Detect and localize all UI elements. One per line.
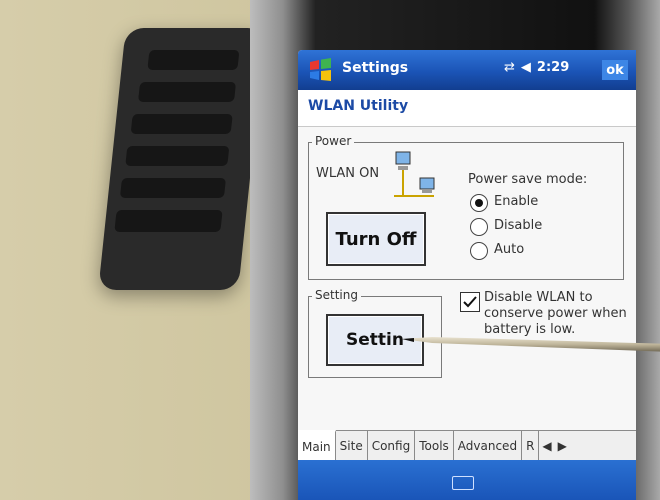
- device-screen: Settings ⇄ ◀︎ 2:29 ok WLAN Utility Power…: [298, 50, 636, 500]
- setting-group-label: Setting: [312, 288, 361, 302]
- keyboard-key: [114, 210, 223, 232]
- tab-bar: Main Site Config Tools Advanced R ◀ ▶: [298, 430, 636, 461]
- checkmark-icon: [463, 296, 477, 308]
- title-bar: Settings ⇄ ◀︎ 2:29 ok: [298, 50, 636, 90]
- arrow-right-icon[interactable]: ▶: [555, 431, 570, 461]
- radio-auto[interactable]: [470, 242, 488, 260]
- background-keyboard: [98, 28, 266, 290]
- tab-advanced[interactable]: Advanced: [454, 431, 523, 461]
- power-group-label: Power: [312, 134, 355, 148]
- keyboard-icon[interactable]: [452, 476, 474, 490]
- arrow-left-icon[interactable]: ◀: [539, 431, 554, 461]
- ok-button[interactable]: ok: [602, 60, 628, 80]
- windows-logo-icon[interactable]: [306, 56, 334, 84]
- clock[interactable]: 2:29: [537, 60, 569, 75]
- tab-config[interactable]: Config: [368, 431, 416, 461]
- connectivity-icon[interactable]: ⇄: [504, 60, 515, 75]
- subtitle-bar: WLAN Utility: [298, 90, 636, 127]
- wlan-status-label: WLAN ON: [316, 166, 380, 181]
- volume-icon[interactable]: ◀︎: [521, 60, 531, 75]
- network-computer-icon: [394, 151, 435, 197]
- status-area: ⇄ ◀︎ 2:29: [504, 60, 569, 75]
- keyboard-key: [119, 178, 227, 198]
- radio-disable-label: Disable: [494, 218, 543, 233]
- tab-tools[interactable]: Tools: [415, 431, 454, 461]
- keyboard-key: [147, 50, 240, 70]
- disable-wlan-checkbox[interactable]: [460, 292, 480, 312]
- radio-enable-label: Enable: [494, 194, 539, 209]
- keyboard-key: [137, 82, 237, 102]
- page-title: WLAN Utility: [308, 98, 409, 114]
- app-title: Settings: [342, 60, 409, 76]
- tab-r[interactable]: R: [522, 431, 540, 461]
- power-save-mode-label: Power save mode:: [468, 172, 588, 187]
- stylus-pen: [402, 337, 660, 352]
- softkey-bar: [298, 460, 636, 500]
- tab-main[interactable]: Main: [298, 430, 336, 461]
- turn-off-button[interactable]: Turn Off: [326, 212, 426, 266]
- radio-disable[interactable]: [470, 218, 488, 236]
- keyboard-key: [125, 146, 230, 166]
- tab-site[interactable]: Site: [336, 431, 368, 461]
- radio-auto-label: Auto: [494, 242, 525, 257]
- keyboard-key: [130, 114, 233, 134]
- radio-enable[interactable]: [470, 194, 488, 212]
